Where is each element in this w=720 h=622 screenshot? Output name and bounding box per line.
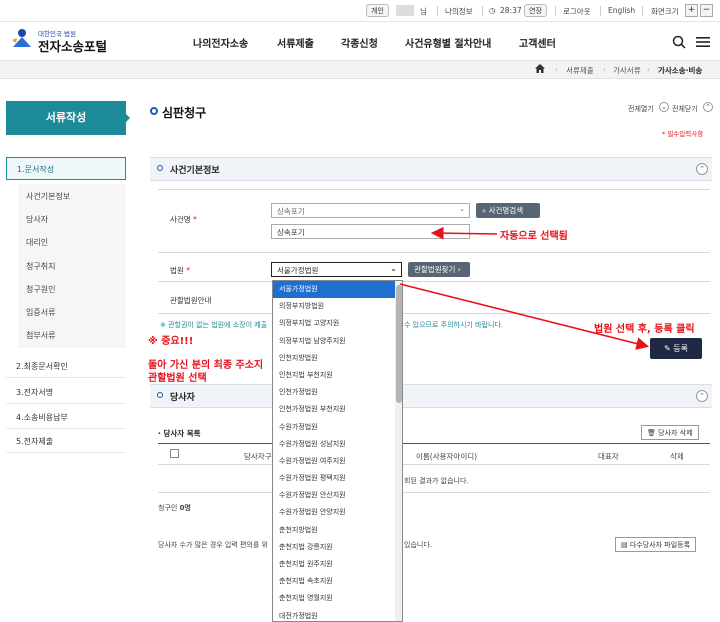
annotation-important: ※ 중요!!! — [148, 336, 194, 347]
annotation-guide-line2: 관할법원 선택 — [148, 373, 207, 384]
annotation-auto-selected: 자동으로 선택됨 — [500, 231, 568, 242]
annotation-arrows — [399, 226, 650, 350]
annotation-after-select: 법원 선택 후, 등록 클릭 — [594, 324, 695, 335]
